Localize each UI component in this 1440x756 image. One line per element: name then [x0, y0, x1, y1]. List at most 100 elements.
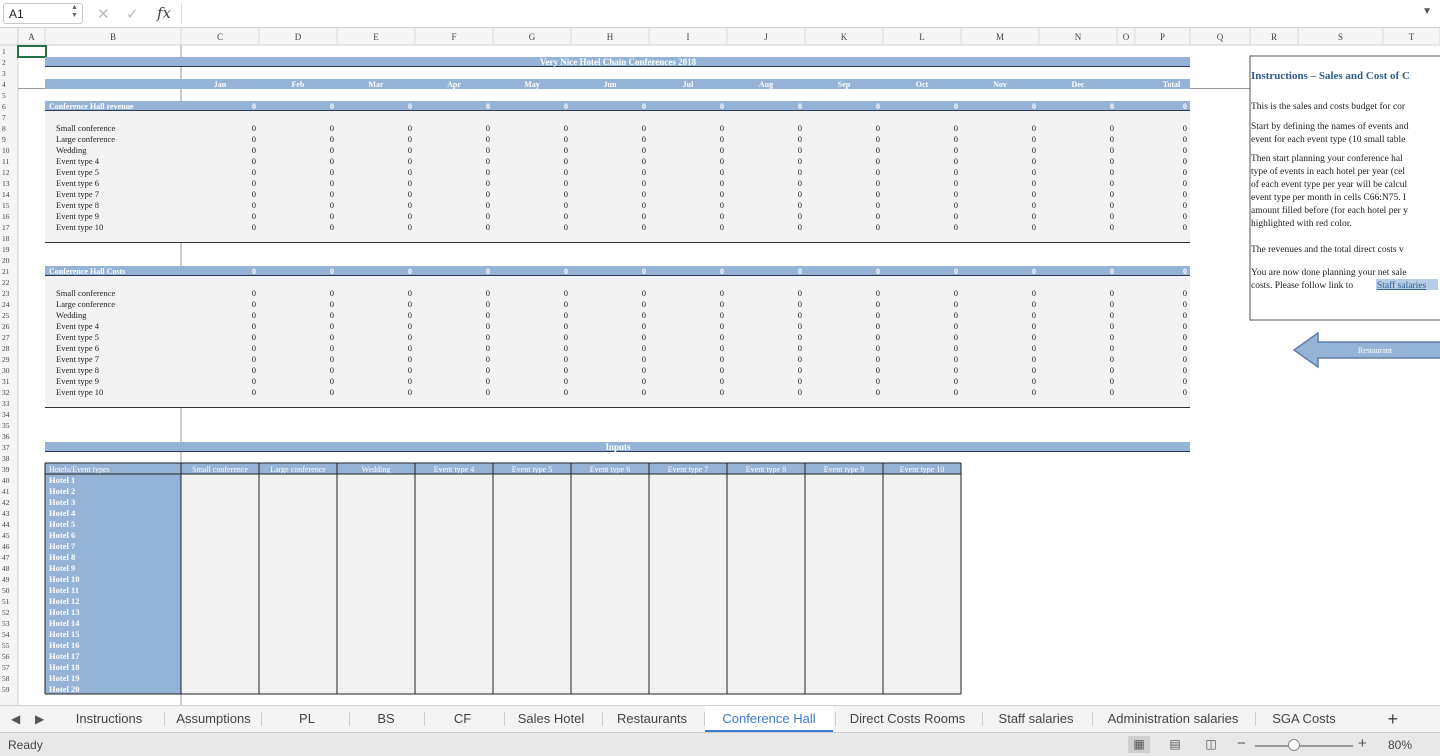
costs-row-value[interactable]: 0 [408, 288, 412, 298]
row-header[interactable]: 51 [2, 597, 10, 606]
costs-row-value[interactable]: 0 [798, 310, 802, 320]
revenue-row-value[interactable]: 0 [954, 167, 958, 177]
costs-row-value[interactable]: 0 [564, 321, 568, 331]
row-header[interactable]: 28 [2, 344, 10, 353]
costs-row-value[interactable]: 0 [408, 354, 412, 364]
costs-row-value[interactable]: 0 [486, 310, 490, 320]
costs-row-value[interactable]: 0 [1032, 332, 1036, 342]
row-header[interactable]: 56 [2, 652, 10, 661]
tab-conference-hall[interactable]: Conference Hall [705, 706, 833, 732]
revenue-row-value[interactable]: 0 [330, 200, 334, 210]
costs-row-value[interactable]: 0 [1110, 376, 1114, 386]
total-cell[interactable]: 0 [1110, 102, 1114, 111]
revenue-row-value[interactable]: 0 [1032, 123, 1036, 133]
revenue-row-value[interactable]: 0 [954, 200, 958, 210]
revenue-row-value[interactable]: 0 [330, 134, 334, 144]
tab-sales-hotel[interactable]: Sales Hotel [505, 706, 597, 732]
costs-row-value[interactable]: 0 [1110, 365, 1114, 375]
revenue-row-value[interactable]: 0 [642, 145, 646, 155]
revenue-row-value[interactable]: 0 [1183, 222, 1187, 232]
costs-row-value[interactable]: 0 [1110, 288, 1114, 298]
costs-row-value[interactable]: 0 [954, 310, 958, 320]
costs-row-value[interactable]: 0 [642, 343, 646, 353]
zoom-in-icon[interactable]: + [1358, 735, 1367, 752]
row-header[interactable]: 46 [2, 542, 10, 551]
costs-row-value[interactable]: 0 [486, 321, 490, 331]
costs-row-value[interactable]: 0 [876, 376, 880, 386]
total-cell[interactable]: 0 [798, 102, 802, 111]
revenue-row-value[interactable]: 0 [876, 222, 880, 232]
total-cell[interactable]: 0 [1032, 102, 1036, 111]
costs-row-value[interactable]: 0 [798, 343, 802, 353]
tab-pl[interactable]: PL [262, 706, 352, 732]
costs-row-value[interactable]: 0 [564, 299, 568, 309]
revenue-row-value[interactable]: 0 [1032, 145, 1036, 155]
revenue-row-value[interactable]: 0 [642, 123, 646, 133]
costs-row-value[interactable]: 0 [798, 376, 802, 386]
revenue-row-value[interactable]: 0 [876, 123, 880, 133]
costs-row-value[interactable]: 0 [1032, 387, 1036, 397]
total-cell[interactable]: 0 [876, 267, 880, 276]
revenue-row-value[interactable]: 0 [876, 145, 880, 155]
row-header[interactable]: 54 [2, 630, 10, 639]
revenue-row-value[interactable]: 0 [408, 200, 412, 210]
total-cell[interactable]: 0 [798, 267, 802, 276]
revenue-row-value[interactable]: 0 [954, 156, 958, 166]
page-layout-view-icon[interactable]: ▤ [1164, 736, 1186, 753]
row-header[interactable]: 10 [2, 146, 10, 155]
row-header[interactable]: 8 [2, 124, 6, 133]
revenue-row-value[interactable]: 0 [564, 123, 568, 133]
revenue-row-value[interactable]: 0 [486, 134, 490, 144]
costs-row-value[interactable]: 0 [1032, 343, 1036, 353]
costs-row-value[interactable]: 0 [954, 332, 958, 342]
revenue-row-value[interactable]: 0 [1183, 134, 1187, 144]
costs-row-value[interactable]: 0 [720, 365, 724, 375]
total-cell[interactable]: 0 [486, 102, 490, 111]
revenue-row-value[interactable]: 0 [252, 123, 256, 133]
row-header[interactable]: 21 [2, 267, 10, 276]
revenue-row-value[interactable]: 0 [330, 178, 334, 188]
row-header[interactable]: 13 [2, 179, 10, 188]
revenue-row-value[interactable]: 0 [1110, 178, 1114, 188]
costs-row-value[interactable]: 0 [798, 332, 802, 342]
total-cell[interactable]: 0 [642, 267, 646, 276]
costs-row-value[interactable]: 0 [798, 387, 802, 397]
row-header[interactable]: 36 [2, 432, 10, 441]
revenue-row-value[interactable]: 0 [408, 167, 412, 177]
revenue-row-value[interactable]: 0 [1110, 145, 1114, 155]
revenue-row-value[interactable]: 0 [876, 134, 880, 144]
column-header[interactable]: D [295, 32, 302, 42]
costs-row-value[interactable]: 0 [1110, 343, 1114, 353]
revenue-row-value[interactable]: 0 [1110, 167, 1114, 177]
costs-row-value[interactable]: 0 [1110, 332, 1114, 342]
costs-row-value[interactable]: 0 [564, 310, 568, 320]
costs-row-value[interactable]: 0 [486, 376, 490, 386]
costs-row-value[interactable]: 0 [1183, 321, 1187, 331]
costs-row-value[interactable]: 0 [876, 365, 880, 375]
row-header[interactable]: 45 [2, 531, 10, 540]
revenue-row-value[interactable]: 0 [408, 178, 412, 188]
revenue-row-value[interactable]: 0 [876, 178, 880, 188]
revenue-row-value[interactable]: 0 [252, 156, 256, 166]
revenue-row-value[interactable]: 0 [486, 211, 490, 221]
revenue-row-value[interactable]: 0 [252, 211, 256, 221]
costs-row-value[interactable]: 0 [954, 387, 958, 397]
revenue-row-value[interactable]: 0 [720, 167, 724, 177]
costs-row-value[interactable]: 0 [876, 310, 880, 320]
costs-row-value[interactable]: 0 [252, 354, 256, 364]
row-header[interactable]: 19 [2, 245, 10, 254]
revenue-row-value[interactable]: 0 [1183, 178, 1187, 188]
costs-row-value[interactable]: 0 [408, 343, 412, 353]
costs-row-value[interactable]: 0 [330, 321, 334, 331]
close-icon[interactable]: ✕ [97, 5, 110, 23]
costs-row-value[interactable]: 0 [330, 376, 334, 386]
revenue-row-value[interactable]: 0 [642, 178, 646, 188]
total-cell[interactable]: 0 [954, 102, 958, 111]
total-cell[interactable]: 0 [954, 267, 958, 276]
costs-row-value[interactable]: 0 [1183, 299, 1187, 309]
revenue-row-value[interactable]: 0 [720, 145, 724, 155]
column-header[interactable]: E [373, 32, 379, 42]
costs-row-value[interactable]: 0 [564, 376, 568, 386]
revenue-row-value[interactable]: 0 [330, 222, 334, 232]
revenue-row-value[interactable]: 0 [1110, 211, 1114, 221]
